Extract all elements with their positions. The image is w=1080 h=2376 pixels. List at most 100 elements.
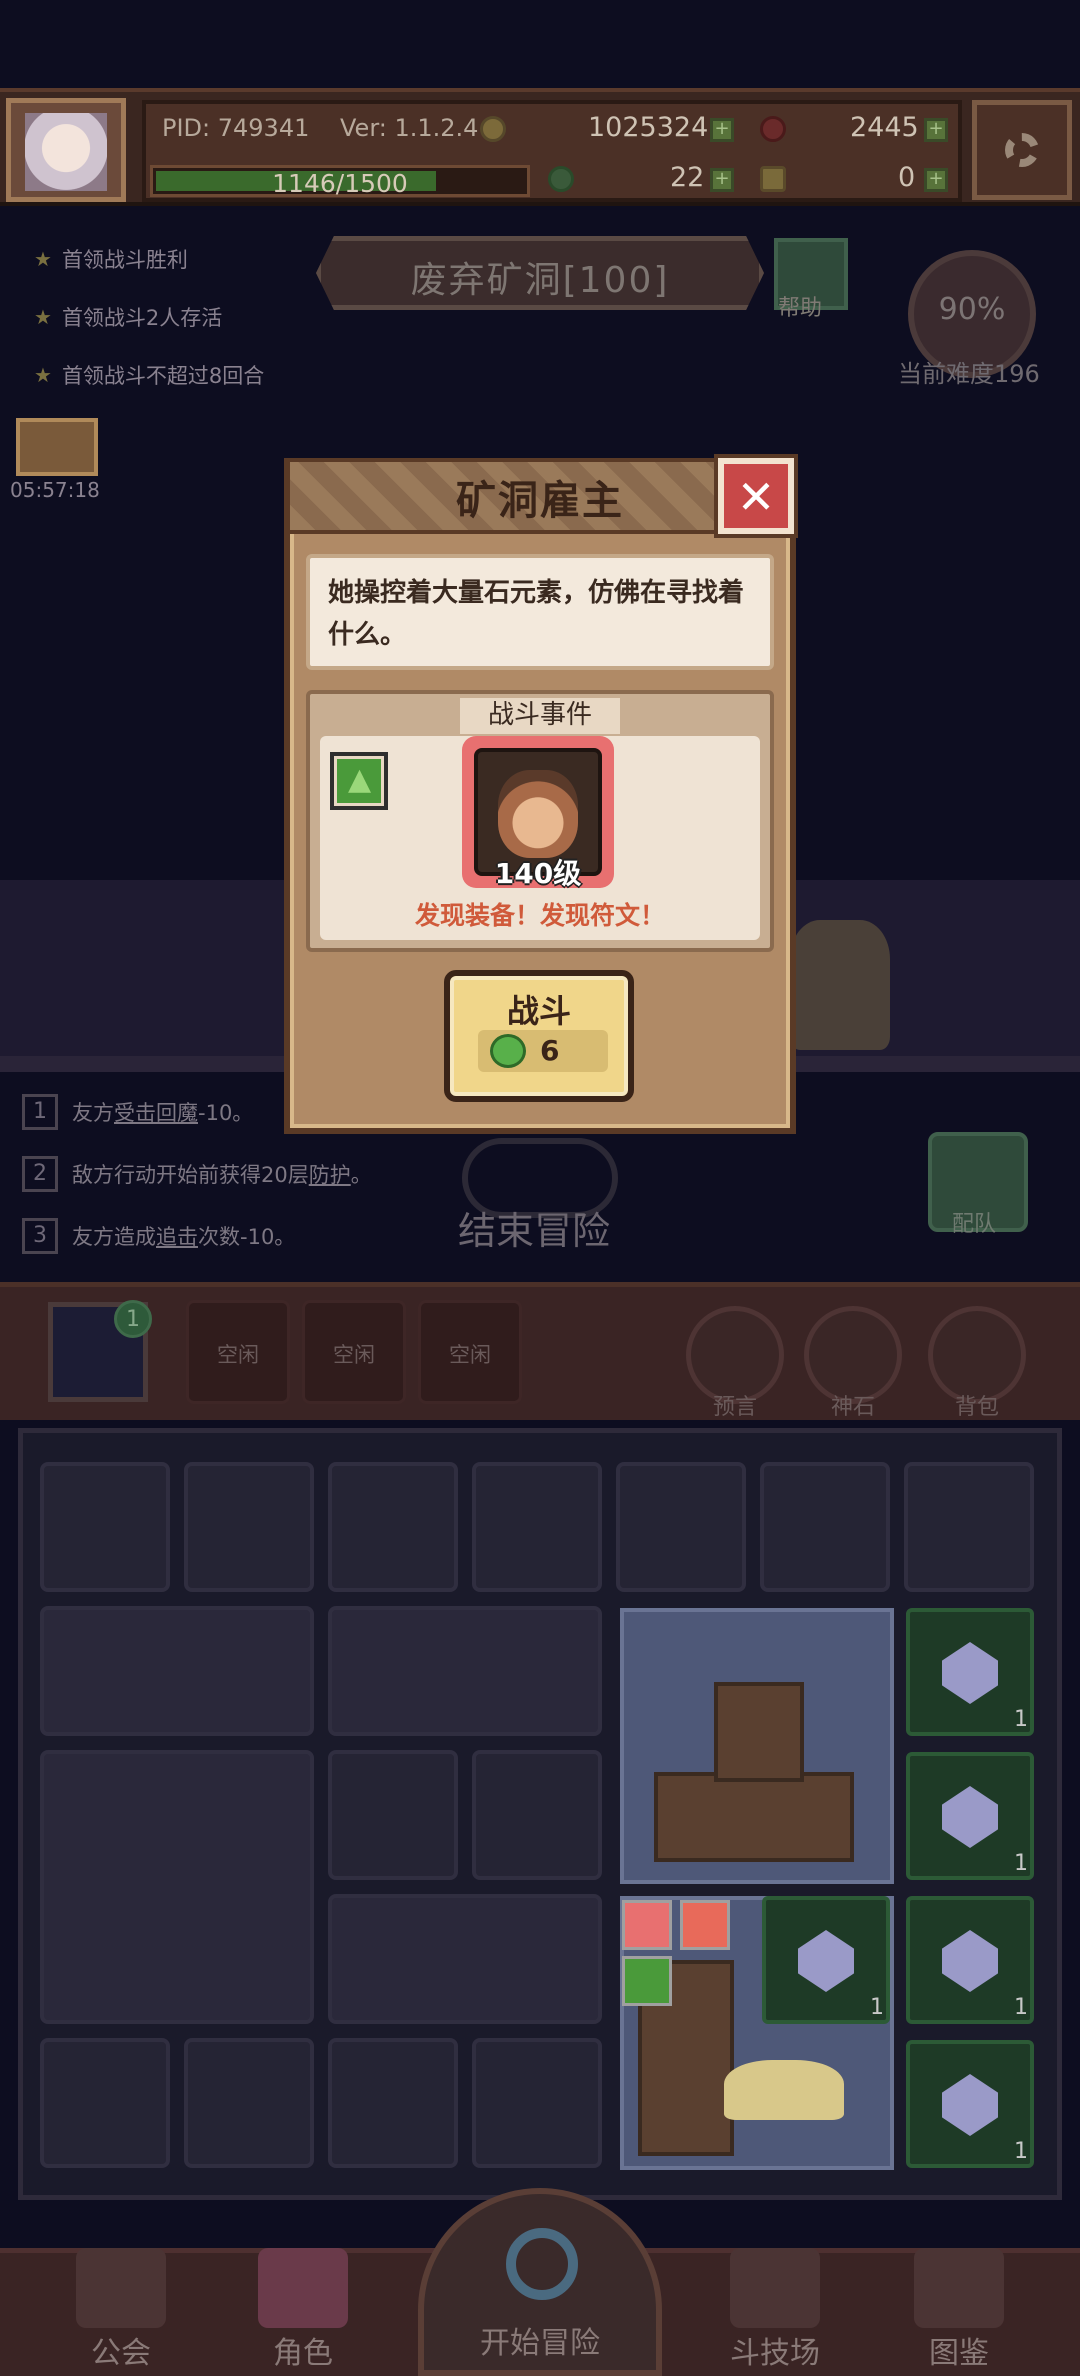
slot-label: 空闲	[449, 1343, 491, 1367]
nav-label: 图鉴	[929, 2336, 989, 2371]
add-gem-icon[interactable]: +	[924, 118, 948, 142]
item-icon	[760, 166, 786, 192]
gold-pile-icon	[724, 2060, 844, 2120]
effect-row: 2 敌方行动开始前获得20层防护。	[22, 1156, 372, 1192]
nav-label: 公会	[91, 2336, 151, 2371]
party-slot-free[interactable]: 空闲	[302, 1300, 406, 1404]
hp-text: 1146/1500	[272, 169, 408, 198]
nav-start-adventure[interactable]: 开始冒险	[418, 2188, 662, 2376]
team-label: 配队	[952, 1212, 997, 1237]
gem-cell[interactable]: 1	[906, 1896, 1034, 2024]
enemy-sprite-cell[interactable]	[904, 1462, 1034, 1592]
clover-amount: 22	[670, 162, 705, 193]
crystal-gem-icon	[942, 1642, 998, 1704]
gem-amount: 2445	[850, 112, 919, 143]
party-slot-free[interactable]: 空闲	[186, 1300, 290, 1404]
effect-row: 1 友方受击回魔-10。	[22, 1094, 253, 1130]
player-avatar[interactable]	[6, 98, 126, 202]
inventory-cell-wide[interactable]	[40, 1606, 314, 1736]
party-slot-free[interactable]: 空闲	[418, 1300, 522, 1404]
crate-stack	[654, 1772, 854, 1862]
inventory-cell-wide[interactable]	[328, 1894, 602, 2024]
nav-label: 角色	[273, 2336, 333, 2371]
inventory-cell[interactable]	[472, 1462, 602, 1592]
gem-cell[interactable]: 1	[906, 1752, 1034, 1880]
prophecy-label: 预言	[712, 1395, 757, 1420]
close-button[interactable]: ✕	[718, 458, 794, 534]
nav-guild[interactable]: 公会	[46, 2228, 196, 2376]
gold-amount: 1025324	[588, 112, 709, 143]
green-gem-icon	[490, 1034, 526, 1068]
effect-number: 2	[22, 1156, 58, 1192]
inventory-cell[interactable]	[472, 1750, 602, 1880]
enemy-sprite	[790, 920, 890, 1050]
effect-keyword-link[interactable]: 防护	[309, 1163, 351, 1187]
effect-keyword-link[interactable]: 受击回魔	[114, 1101, 198, 1125]
effect-number: 1	[22, 1094, 58, 1130]
dialog-title: 矿洞雇主	[456, 478, 624, 524]
stamp-tag-icon	[622, 1900, 672, 1950]
end-adventure-button[interactable]: 结束冒险	[458, 1200, 610, 1255]
effect-row: 3 友方造成追击次数-10。	[22, 1218, 295, 1254]
effect-text: 友方受击回魔-10。	[72, 1101, 254, 1125]
add-clover-icon[interactable]: +	[710, 168, 734, 192]
prophecy-button[interactable]: 预言	[686, 1306, 784, 1420]
gem-count: 1	[1014, 1995, 1028, 2020]
inventory-cell[interactable]	[328, 2038, 458, 2168]
inventory-cell[interactable]	[472, 2038, 602, 2168]
nav-arena[interactable]: 斗技场	[700, 2228, 850, 2376]
inventory-cell[interactable]	[40, 1462, 170, 1592]
crystal-gem-icon	[942, 1930, 998, 1992]
treasure-chest-icon[interactable]	[16, 418, 98, 476]
gem-cell[interactable]: 1	[906, 2040, 1034, 2168]
version-text: Ver: 1.1.2.4	[340, 114, 479, 142]
inventory-cell[interactable]	[328, 1462, 458, 1592]
nav-character[interactable]: 角色	[228, 2228, 378, 2376]
god-stone-button[interactable]: 神石	[804, 1306, 902, 1420]
star-icon: ★	[34, 363, 52, 387]
item-amount: 0	[898, 162, 916, 193]
star-tag-icon	[680, 1900, 730, 1950]
inventory-cell[interactable]	[40, 2038, 170, 2168]
effect-number: 3	[22, 1218, 58, 1254]
add-gold-icon[interactable]: +	[710, 118, 734, 142]
magnifier-icon	[506, 2228, 578, 2300]
codex-icon	[914, 2248, 1004, 2328]
inventory-cell[interactable]	[616, 1462, 746, 1592]
god-stone-label: 神石	[830, 1395, 875, 1420]
effect-keyword-link[interactable]: 追击	[156, 1225, 198, 1249]
gem-cell[interactable]: 1	[906, 1608, 1034, 1736]
crystal-gem-icon	[942, 2074, 998, 2136]
stage-title-banner: 废弃矿洞[100]	[316, 236, 764, 310]
slot-label: 空闲	[333, 1343, 375, 1367]
hero-sprite-cell[interactable]	[760, 1462, 890, 1592]
clover-icon	[548, 166, 574, 192]
loot-crates-torch[interactable]	[620, 1608, 894, 1884]
slot-label: 空闲	[217, 1343, 259, 1367]
inventory-cell[interactable]	[184, 2038, 314, 2168]
star-icon: ★	[34, 305, 52, 329]
gem-count: 1	[1014, 2139, 1028, 2164]
close-icon: ✕	[736, 470, 776, 524]
settings-button[interactable]	[972, 100, 1072, 200]
fight-cost: 6	[540, 1034, 560, 1067]
gem-count: 1	[870, 1995, 884, 2020]
difficulty-label: 当前难度196	[898, 360, 1040, 388]
nav-label: 开始冒险	[480, 2326, 600, 2361]
nav-codex[interactable]: 图鉴	[884, 2228, 1034, 2376]
thumb-tag-icon	[622, 1956, 672, 2006]
pid-text: PID: 749341	[162, 114, 310, 142]
inventory-cell-wide[interactable]	[328, 1606, 602, 1736]
inventory-cell-large[interactable]	[40, 1750, 314, 2024]
inventory-cell[interactable]	[328, 1750, 458, 1880]
inventory-cell[interactable]	[184, 1462, 314, 1592]
backpack-button[interactable]: 背包	[928, 1306, 1026, 1420]
effect-text: 敌方行动开始前获得20层防护。	[72, 1163, 372, 1187]
crystal-gem-icon	[942, 1786, 998, 1848]
gem-cell[interactable]: 1	[762, 1896, 890, 2024]
reward-text: 发现装备！发现符文！	[414, 901, 665, 930]
add-item-icon[interactable]: +	[924, 168, 948, 192]
character-icon	[258, 2248, 348, 2328]
crystal-gem-icon	[798, 1930, 854, 1992]
battle-event-label: 战斗事件	[460, 698, 620, 734]
